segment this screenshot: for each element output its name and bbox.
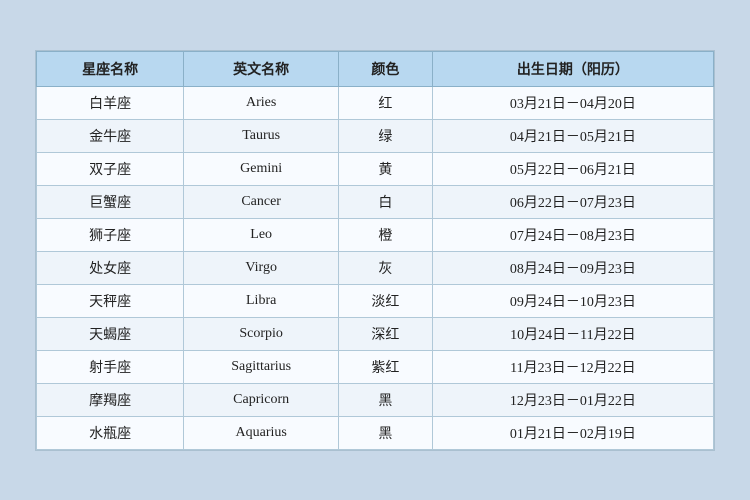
- cell-english-name: Taurus: [184, 119, 339, 152]
- table-body: 白羊座Aries红03月21日－04月20日金牛座Taurus绿04月21日－0…: [37, 86, 714, 449]
- cell-chinese-name: 白羊座: [37, 86, 184, 119]
- cell-color: 红: [339, 86, 433, 119]
- cell-chinese-name: 巨蟹座: [37, 185, 184, 218]
- cell-color: 黑: [339, 416, 433, 449]
- cell-birthdate: 09月24日－10月23日: [432, 284, 713, 317]
- cell-color: 紫红: [339, 350, 433, 383]
- table-row: 金牛座Taurus绿04月21日－05月21日: [37, 119, 714, 152]
- zodiac-table: 星座名称 英文名称 颜色 出生日期（阳历） 白羊座Aries红03月21日－04…: [36, 51, 714, 450]
- cell-chinese-name: 射手座: [37, 350, 184, 383]
- cell-english-name: Virgo: [184, 251, 339, 284]
- table-row: 处女座Virgo灰08月24日－09月23日: [37, 251, 714, 284]
- cell-english-name: Scorpio: [184, 317, 339, 350]
- header-chinese-name: 星座名称: [37, 51, 184, 86]
- cell-english-name: Leo: [184, 218, 339, 251]
- cell-chinese-name: 处女座: [37, 251, 184, 284]
- cell-chinese-name: 天秤座: [37, 284, 184, 317]
- cell-english-name: Cancer: [184, 185, 339, 218]
- cell-birthdate: 08月24日－09月23日: [432, 251, 713, 284]
- cell-birthdate: 06月22日－07月23日: [432, 185, 713, 218]
- cell-english-name: Aries: [184, 86, 339, 119]
- cell-birthdate: 04月21日－05月21日: [432, 119, 713, 152]
- cell-color: 绿: [339, 119, 433, 152]
- table-row: 摩羯座Capricorn黑12月23日－01月22日: [37, 383, 714, 416]
- cell-english-name: Aquarius: [184, 416, 339, 449]
- table-row: 水瓶座Aquarius黑01月21日－02月19日: [37, 416, 714, 449]
- cell-chinese-name: 狮子座: [37, 218, 184, 251]
- cell-chinese-name: 摩羯座: [37, 383, 184, 416]
- cell-birthdate: 10月24日－11月22日: [432, 317, 713, 350]
- header-color: 颜色: [339, 51, 433, 86]
- cell-color: 黄: [339, 152, 433, 185]
- cell-birthdate: 05月22日－06月21日: [432, 152, 713, 185]
- table-row: 白羊座Aries红03月21日－04月20日: [37, 86, 714, 119]
- cell-english-name: Sagittarius: [184, 350, 339, 383]
- header-birthdate: 出生日期（阳历）: [432, 51, 713, 86]
- table-row: 天蝎座Scorpio深红10月24日－11月22日: [37, 317, 714, 350]
- header-english-name: 英文名称: [184, 51, 339, 86]
- table-row: 巨蟹座Cancer白06月22日－07月23日: [37, 185, 714, 218]
- table-header-row: 星座名称 英文名称 颜色 出生日期（阳历）: [37, 51, 714, 86]
- cell-color: 淡红: [339, 284, 433, 317]
- table-row: 双子座Gemini黄05月22日－06月21日: [37, 152, 714, 185]
- cell-birthdate: 03月21日－04月20日: [432, 86, 713, 119]
- cell-color: 深红: [339, 317, 433, 350]
- cell-chinese-name: 金牛座: [37, 119, 184, 152]
- cell-birthdate: 11月23日－12月22日: [432, 350, 713, 383]
- cell-color: 黑: [339, 383, 433, 416]
- cell-chinese-name: 双子座: [37, 152, 184, 185]
- cell-birthdate: 01月21日－02月19日: [432, 416, 713, 449]
- cell-color: 白: [339, 185, 433, 218]
- table-row: 射手座Sagittarius紫红11月23日－12月22日: [37, 350, 714, 383]
- cell-chinese-name: 天蝎座: [37, 317, 184, 350]
- table-row: 狮子座Leo橙07月24日－08月23日: [37, 218, 714, 251]
- cell-english-name: Gemini: [184, 152, 339, 185]
- zodiac-table-container: 星座名称 英文名称 颜色 出生日期（阳历） 白羊座Aries红03月21日－04…: [35, 50, 715, 451]
- cell-color: 灰: [339, 251, 433, 284]
- cell-birthdate: 07月24日－08月23日: [432, 218, 713, 251]
- cell-english-name: Libra: [184, 284, 339, 317]
- cell-color: 橙: [339, 218, 433, 251]
- cell-english-name: Capricorn: [184, 383, 339, 416]
- table-row: 天秤座Libra淡红09月24日－10月23日: [37, 284, 714, 317]
- cell-birthdate: 12月23日－01月22日: [432, 383, 713, 416]
- cell-chinese-name: 水瓶座: [37, 416, 184, 449]
